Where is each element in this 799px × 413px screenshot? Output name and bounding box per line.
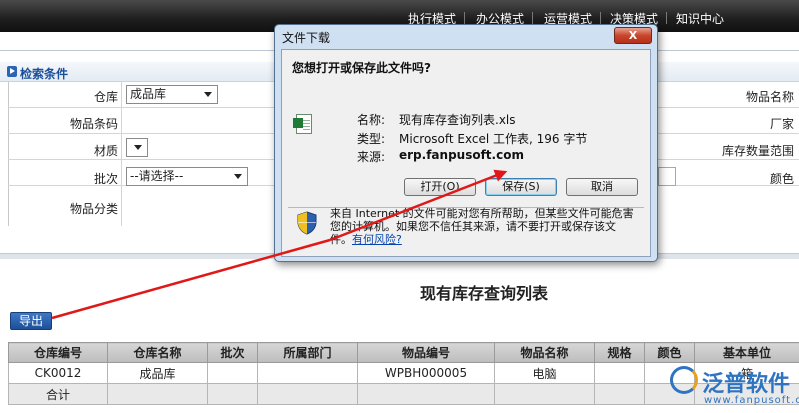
color-label: 颜色 [769,172,794,186]
column-header[interactable]: 物品编号 [357,342,495,363]
table-cell: CK0012 [8,362,108,384]
total-label: 合计 [8,383,108,405]
brand-name: 泛普软件 [702,372,791,397]
table-cell: 成品库 [107,362,208,384]
brand-watermark: 泛普软件 www.fanpusoft.com [668,364,799,412]
close-button[interactable]: X [614,27,652,44]
material-select[interactable] [126,138,148,157]
close-icon: X [628,29,638,42]
search-panel-title: 检索条件 [20,67,69,81]
brand-url: www.fanpusoft.com [704,395,799,406]
table-cell [257,362,358,384]
chevron-down-icon [234,174,242,179]
security-shield-icon [297,211,317,235]
export-button[interactable]: 导出 [10,312,52,330]
dialog-question: 您想打开或保存此文件吗? [292,61,431,75]
stock-range-input[interactable] [658,167,676,186]
risk-link[interactable]: 有何风险? [352,233,402,246]
field-separator [121,108,122,134]
batch-select[interactable]: --请选择-- [126,167,248,186]
list-title: 现有库存查询列表 [420,284,549,303]
batch-label: 批次 [93,172,118,186]
table-cell [207,362,258,384]
table-cell [594,383,645,405]
chevron-down-icon [204,92,212,97]
dialog-title: 文件下载 [282,31,331,45]
warehouse-label: 仓库 [93,90,118,104]
column-header[interactable]: 仓库名称 [107,342,208,363]
file-type-value: Microsoft Excel 工作表, 196 字节 [399,132,588,146]
material-label: 材质 [93,144,118,158]
nav-separator [532,12,533,24]
table-cell [594,362,645,384]
column-header[interactable]: 颜色 [644,342,695,363]
nav-separator [666,12,667,24]
barcode-label: 物品条码 [69,117,118,131]
file-source-label: 来源: [357,150,386,164]
chevron-down-icon [134,145,142,150]
table-cell [257,383,358,405]
field-separator [121,186,122,226]
panel-arrow-icon [7,66,17,77]
table-cell [494,383,595,405]
file-name-label: 名称: [357,113,386,127]
file-type-label: 类型: [357,132,386,146]
column-header[interactable]: 仓库编号 [8,342,108,363]
table-cell: WPBH000005 [357,362,495,384]
open-button[interactable]: 打开(O) [404,178,476,196]
cancel-button[interactable]: 取消 [566,178,638,196]
nav-separator [600,12,601,24]
item-name-label: 物品名称 [745,90,794,104]
brand-logo-icon [670,366,698,394]
vendor-label: 厂家 [769,117,794,131]
warehouse-select-value: 成品库 [130,87,167,101]
field-separator [121,82,122,108]
column-header[interactable]: 规格 [594,342,645,363]
nav-separator [464,12,465,24]
file-source-value: erp.fanpusoft.com [399,148,524,162]
category-label: 物品分类 [69,202,118,216]
nav-knowledge-center[interactable]: 知识中心 [676,10,724,27]
table-cell [357,383,495,405]
warehouse-select[interactable]: 成品库 [126,85,218,104]
column-header[interactable]: 所属部门 [257,342,358,363]
table-cell [107,383,208,405]
security-warning: 来自 Internet 的文件可能对您有所帮助，但某些文件可能危害您的计算机。如… [330,207,635,246]
table-cell [207,383,258,405]
column-header[interactable]: 基本单位 [694,342,799,363]
column-header[interactable]: 物品名称 [494,342,595,363]
stock-range-label: 库存数量范围 [721,144,794,158]
excel-file-icon [293,114,312,134]
table-cell: 电脑 [494,362,595,384]
table-header-row: 仓库编号 仓库名称 批次 所属部门 物品编号 物品名称 规格 颜色 基本单位 [8,342,799,363]
field-separator [121,160,122,186]
save-button[interactable]: 保存(S) [485,178,557,196]
column-header[interactable]: 批次 [207,342,258,363]
field-separator [121,134,122,160]
file-name-value: 现有库存查询列表.xls [399,113,516,127]
batch-select-value: --请选择-- [130,169,184,183]
